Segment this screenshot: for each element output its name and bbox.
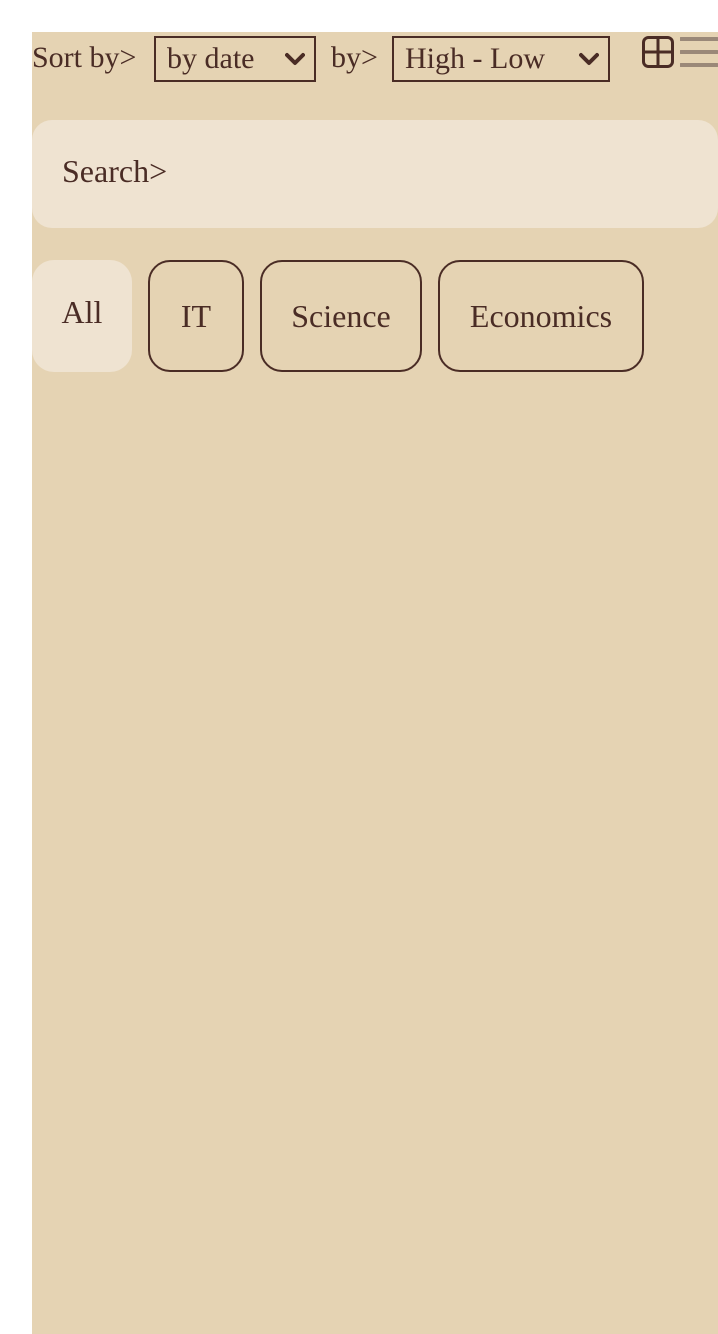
chevron-down-icon [579, 53, 599, 65]
sort-order-value: High - Low [405, 42, 545, 75]
category-chip-science[interactable]: Science [260, 260, 422, 372]
grid-view-icon[interactable] [642, 36, 674, 68]
sort-field-select[interactable]: by date [154, 36, 316, 82]
sort-order-select[interactable]: High - Low [392, 36, 610, 82]
sort-field-value: by date [167, 42, 255, 75]
sort-by-label: Sort by> [32, 41, 137, 74]
list-view-icon[interactable] [680, 36, 718, 68]
category-chip-economics[interactable]: Economics [438, 260, 644, 372]
chevron-down-icon [285, 53, 305, 65]
search-input[interactable]: Search> [32, 120, 718, 228]
category-chip-it[interactable]: IT [148, 260, 244, 372]
category-chip-all[interactable]: All [32, 260, 132, 372]
search-placeholder: Search> [62, 153, 168, 189]
order-by-label: by> [331, 41, 378, 74]
content-panel: Sort by> by date by> High - Low Search> … [32, 32, 718, 1334]
